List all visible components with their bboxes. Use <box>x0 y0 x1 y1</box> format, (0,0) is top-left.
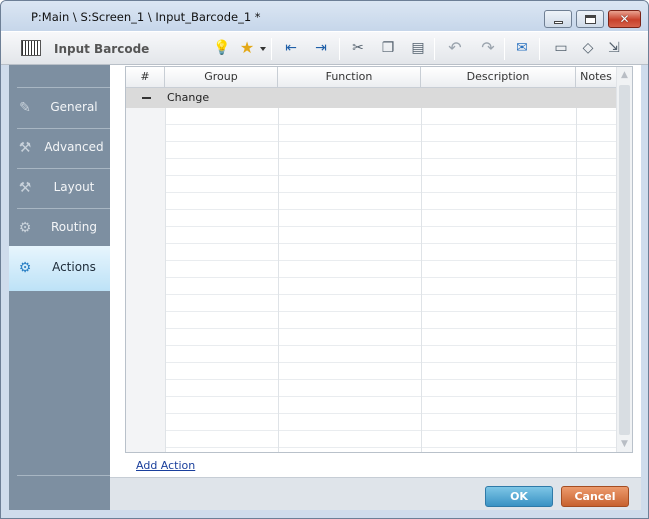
column-divider <box>421 108 422 452</box>
toolbar-separator <box>539 38 540 60</box>
toolbar: Input Barcode 💡 ★ ⇤ ⇥ ✂ ❐ ▤ ↶ ↷ ✉ ▭ ◇ ⇲ <box>1 31 648 65</box>
column-header-number[interactable]: # <box>126 67 165 88</box>
undo-icon[interactable]: ↶ <box>444 38 466 60</box>
routing-icon: ⚙ <box>18 220 32 236</box>
minimize-button[interactable] <box>544 10 572 28</box>
close-button[interactable]: ✕ <box>608 10 641 28</box>
comment-icon[interactable]: ✉ <box>511 38 533 60</box>
export-icon[interactable]: ⇲ <box>603 38 625 60</box>
sidebar-item-routing[interactable]: ⚙ Routing <box>9 208 110 248</box>
dialog-footer: OK Cancel <box>110 477 641 510</box>
toolbar-separator <box>271 38 272 60</box>
sidebar-item-label: Actions <box>52 260 96 274</box>
grid-header: # Group Function Description Notes <box>126 67 616 88</box>
collapse-icon[interactable] <box>142 97 151 99</box>
grid-body[interactable] <box>126 108 616 452</box>
dialog-window: P:Main \ S:Screen_1 \ Input_Barcode_1 * … <box>0 0 649 519</box>
ok-button[interactable]: OK <box>485 486 553 507</box>
outdent-icon[interactable]: ⇤ <box>280 38 302 60</box>
sidebar: ✎ General ⚒ Advanced ⚒ Layout ⚙ Routing … <box>9 65 114 510</box>
sidebar-divider <box>17 475 114 476</box>
lightbulb-icon[interactable]: 💡 <box>211 38 233 60</box>
toolbar-separator <box>504 38 505 60</box>
star-icon[interactable]: ★ <box>236 38 258 60</box>
tag-icon[interactable]: ◇ <box>577 38 599 60</box>
paste-icon[interactable]: ▤ <box>407 38 429 60</box>
group-label: Change <box>167 91 210 104</box>
group-row[interactable]: Change <box>126 88 616 108</box>
maximize-icon <box>585 15 596 24</box>
add-action-link[interactable]: Add Action <box>136 459 195 472</box>
vertical-scrollbar[interactable]: ▲ ▼ <box>616 67 632 452</box>
title-bar[interactable]: P:Main \ S:Screen_1 \ Input_Barcode_1 * … <box>1 1 648 31</box>
sidebar-item-label: Routing <box>50 220 97 234</box>
column-header-notes[interactable]: Notes <box>576 67 616 88</box>
scrollbar-thumb[interactable] <box>619 85 630 435</box>
main-panel: # Group Function Description Notes Chang… <box>110 65 641 510</box>
minimize-icon <box>554 21 563 24</box>
chevron-down-icon[interactable] <box>260 47 266 51</box>
sidebar-item-advanced[interactable]: ⚒ Advanced <box>9 128 110 168</box>
layout-icon: ⚒ <box>18 180 32 196</box>
barcode-icon <box>21 40 41 56</box>
redo-icon[interactable]: ↷ <box>477 38 499 60</box>
sidebar-item-actions[interactable]: ⚙ Actions <box>9 246 110 291</box>
toolbar-separator <box>434 38 435 60</box>
actions-icon: ⚙ <box>18 260 32 276</box>
column-divider <box>576 108 577 452</box>
column-header-group[interactable]: Group <box>165 67 278 88</box>
scroll-down-icon[interactable]: ▼ <box>617 436 632 452</box>
toolbar-separator <box>339 38 340 60</box>
copy-icon[interactable]: ❐ <box>377 38 399 60</box>
close-icon: ✕ <box>619 12 630 26</box>
general-icon: ✎ <box>19 100 31 116</box>
window-title: P:Main \ S:Screen_1 \ Input_Barcode_1 * <box>31 10 261 24</box>
column-header-function[interactable]: Function <box>278 67 421 88</box>
sidebar-item-label: General <box>50 100 98 114</box>
column-divider <box>278 108 279 452</box>
sidebar-item-general[interactable]: ✎ General <box>9 88 110 128</box>
actions-grid[interactable]: # Group Function Description Notes Chang… <box>125 66 633 453</box>
chat-icon[interactable]: ▭ <box>550 38 572 60</box>
toolbar-title: Input Barcode <box>54 42 150 56</box>
advanced-icon: ⚒ <box>18 140 32 156</box>
sidebar-item-label: Layout <box>53 180 95 194</box>
row-number-column <box>126 108 165 452</box>
indent-icon[interactable]: ⇥ <box>310 38 332 60</box>
cancel-button[interactable]: Cancel <box>561 486 629 507</box>
column-header-description[interactable]: Description <box>421 67 576 88</box>
sidebar-item-label: Advanced <box>44 140 104 154</box>
sidebar-item-layout[interactable]: ⚒ Layout <box>9 168 110 208</box>
maximize-button[interactable] <box>576 10 604 28</box>
scroll-up-icon[interactable]: ▲ <box>617 67 632 83</box>
cut-icon[interactable]: ✂ <box>347 38 369 60</box>
column-divider <box>165 108 166 452</box>
